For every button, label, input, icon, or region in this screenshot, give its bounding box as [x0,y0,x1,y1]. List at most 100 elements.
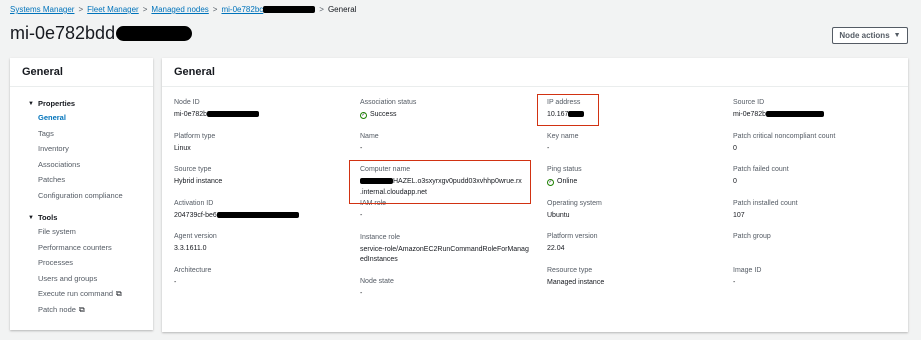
field-value: 0 [733,144,737,152]
field-label: Platform version [547,233,598,240]
activation-id-value: 204739cf-be6 [174,211,217,219]
node-actions-button[interactable]: Node actions ▼ [832,27,908,44]
node-id-value: mi-0e782b [174,111,208,118]
field-label: Agent version [174,233,217,240]
field-node-id: Node ID mi-0e782b [174,98,354,132]
field-value: Hybrid instance [174,178,223,185]
field-label: Patch installed count [733,199,798,207]
sidebar-item-patch-node[interactable]: Patch node ⧉ [38,302,153,318]
redaction-mark [766,111,825,118]
field-value: 204739cf-be6 [174,211,354,221]
field-value: - [360,289,363,297]
breadcrumb-managed-nodes[interactable]: Managed nodes [151,5,208,14]
sidebar-item-patches[interactable]: Patches [38,172,153,188]
sidebar-item-tags[interactable]: Tags [38,126,153,142]
field-label: Association status [360,99,417,106]
field-label: Patch failed count [733,166,789,173]
field-value: - [547,144,550,152]
page-title-text: mi-0e782bdd [10,23,116,43]
sidebar-item-associations[interactable]: Associations [38,157,153,173]
chevron-right-icon: > [142,5,148,14]
field-patch-failed-count: Patch failed count 0 [733,165,913,199]
caret-down-icon: ▼ [28,100,34,107]
field-label: Name [360,132,379,140]
tools-group-toggle[interactable]: ▼ Tools [28,213,153,222]
field-key-name: Key name - [547,132,727,166]
sidebar-item-processes[interactable]: Processes [38,255,153,271]
page-title: mi-0e782bdd [10,23,193,44]
field-operating-system: Operating system Ubuntu [547,199,727,233]
field-value: Ubuntu [547,211,570,219]
field-label: Key name [547,132,579,140]
association-status-value: ✓ Success [360,110,535,120]
field-iam-role: IAM role - [360,199,535,233]
field-label: Patch group [733,233,771,240]
field-patch-group: Patch group [733,232,913,266]
field-platform-version: Platform version 22.04 [547,232,727,266]
field-value: 22.04 [547,245,565,252]
field-label: Node state [360,277,394,285]
field-value: 3.3.1611.0 [174,245,207,252]
details-column-1: Node ID mi-0e782b Platform type Linux So… [174,98,354,299]
breadcrumb-systems-manager[interactable]: Systems Manager [10,5,74,14]
sidebar-item-performance-counters[interactable]: Performance counters [38,240,153,256]
breadcrumb: Systems Manager > Fleet Manager > Managed no… [10,5,356,14]
association-status-text: Success [370,111,397,118]
general-panel-title: General [162,58,908,87]
success-check-icon: ✓ [547,178,554,186]
field-value: 0 [733,178,737,185]
field-value: service-role/AmazonEC2RunCommandRoleForM… [360,245,529,263]
sidebar-item-execute-run-command[interactable]: Execute run command ⧉ [38,286,153,302]
field-patch-installed-count: Patch installed count 107 [733,199,913,233]
field-association-status: Association status ✓ Success [360,98,535,132]
field-label: Source ID [733,99,765,106]
field-instance-role: Instance role service-role/AmazonEC2RunC… [360,233,535,277]
execute-run-command-label: Execute run command [38,289,114,298]
field-patch-critical-noncompliant-count: Patch critical noncompliant count 0 [733,132,913,166]
field-activation-id: Activation ID 204739cf-be6 [174,199,354,233]
highlight-ip-address [537,94,599,126]
sidebar-item-general[interactable]: General [38,110,153,126]
breadcrumb-fleet-manager[interactable]: Fleet Manager [87,5,139,14]
highlight-computer-name [349,160,531,204]
field-ping-status: Ping status ✓ Online [547,165,727,199]
general-panel: General Node ID mi-0e782b Platform type … [162,58,908,332]
node-actions-label: Node actions [839,31,890,40]
chevron-right-icon: > [319,5,324,14]
ping-status-text: Online [557,178,578,185]
sidebar-item-inventory[interactable]: Inventory [38,141,153,157]
chevron-right-icon: > [78,5,84,14]
redaction-mark [216,211,299,218]
field-value: - [360,144,363,152]
patch-node-label: Patch node [38,304,76,314]
sidebar-item-users-and-groups[interactable]: Users and groups [38,271,153,287]
details-column-4: Source ID mi-0e782b Patch critical nonco… [733,98,913,299]
field-label: Activation ID [174,199,214,207]
redaction-mark [116,26,193,41]
redaction-mark [207,111,260,118]
field-value: Managed instance [547,278,605,286]
sidebar-title: General [10,58,153,87]
caret-down-icon: ▼ [28,214,34,221]
field-value: Linux [174,144,191,152]
properties-group-toggle[interactable]: ▼ Properties [28,99,153,108]
field-value: - [733,278,736,286]
field-value: mi-0e782b [733,110,913,120]
field-label: Architecture [174,266,212,274]
breadcrumb-node[interactable]: mi-0e782bc [221,5,316,14]
field-node-state: Node state - [360,277,535,311]
sidebar-item-file-system[interactable]: File system [38,224,153,240]
field-resource-type: Resource type Managed instance [547,266,727,300]
field-label: Node ID [174,99,200,106]
field-platform-type: Platform type Linux [174,132,354,166]
redaction-mark [263,6,316,14]
sidebar: General ▼ Properties General Tags Invent… [10,58,153,330]
external-link-icon: ⧉ [116,289,122,298]
chevron-right-icon: > [212,5,218,14]
sidebar-item-configuration-compliance[interactable]: Configuration compliance [38,188,153,204]
field-label: Image ID [733,266,762,274]
field-image-id: Image ID - [733,266,913,300]
source-id-value: mi-0e782b [733,111,767,118]
breadcrumb-current: General [327,5,357,14]
details-column-3: IP address 10.167 Key name - Ping status… [547,98,727,299]
